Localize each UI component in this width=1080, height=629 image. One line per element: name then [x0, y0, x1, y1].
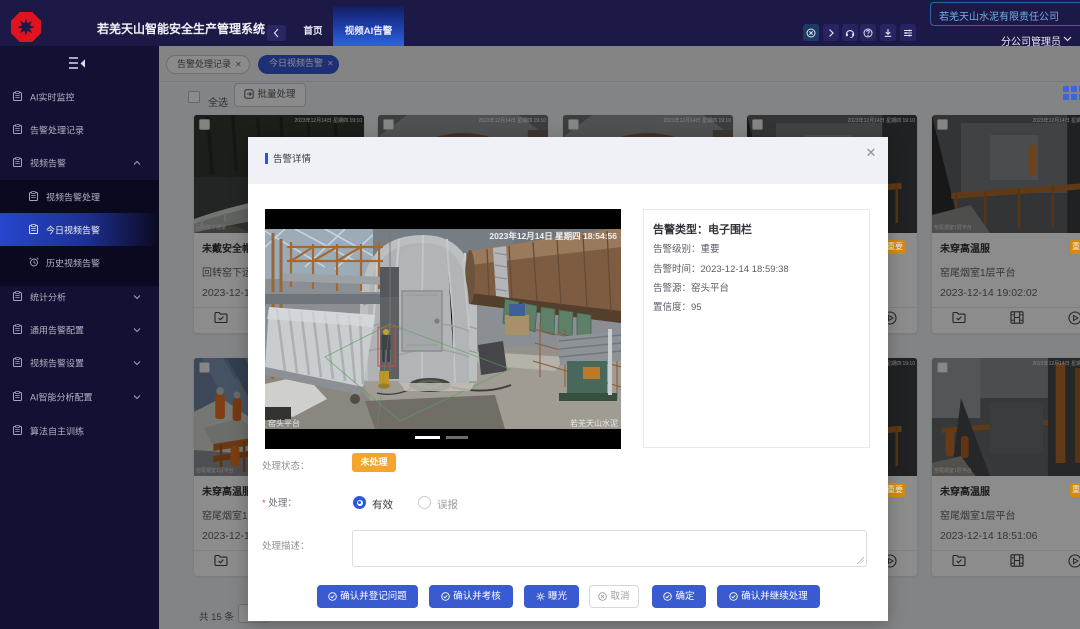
svg-text:窑头平台: 窑头平台: [268, 418, 300, 428]
svg-text:若羌天山水泥: 若羌天山水泥: [570, 418, 618, 428]
svg-text:2023年12月14日 星期四 18:54:56: 2023年12月14日 星期四 18:54:56: [489, 231, 617, 241]
